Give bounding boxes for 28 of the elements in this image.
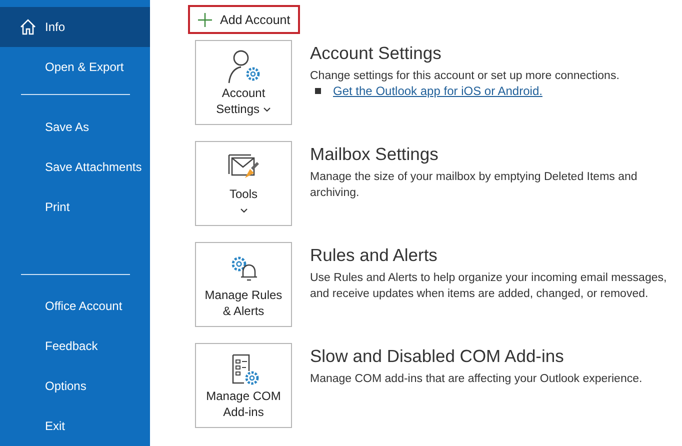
nav-item[interactable]: Feedback	[0, 326, 150, 366]
add-account-button[interactable]: Add Account	[188, 5, 300, 34]
tile-button[interactable]: Account Settings	[195, 40, 292, 125]
nav-item[interactable]: Exit	[0, 406, 150, 446]
section-title: Slow and Disabled COM Add-ins	[310, 346, 565, 367]
home-icon	[19, 18, 37, 36]
nav-item[interactable]: Open & Export	[0, 47, 150, 87]
section-description: Manage the size of your mailbox by emptying Deleted Items and archiving.	[310, 170, 638, 201]
nav-item[interactable]: Save As	[0, 107, 150, 147]
chevron-down-icon	[262, 106, 271, 112]
section-description: Manage COM add-ins that are affecting your Outlook experience.	[310, 372, 644, 387]
tile-button[interactable]: Tools	[195, 141, 292, 226]
nav-item[interactable]: Options	[0, 366, 150, 406]
tile-button[interactable]: Manage Rules & Alerts	[195, 242, 292, 327]
section-description: Change settings for this account or set up more connections.	[310, 69, 620, 84]
nav-item[interactable]: Print	[0, 187, 150, 227]
section-title: Mailbox Settings	[310, 144, 440, 165]
plus-icon	[198, 12, 212, 26]
nav-item[interactable]: Office Account	[0, 286, 150, 326]
outlook-app-link[interactable]: Get the Outlook app for iOS or Android.	[333, 84, 542, 98]
bullet-icon	[315, 88, 321, 94]
section-title: Rules and Alerts	[310, 245, 438, 266]
section-description: Use Rules and Alerts to help organize your incoming email messages, and receive updates when items are added, changed, or removed.	[310, 271, 668, 302]
section-title: Account Settings	[310, 43, 442, 64]
tile-button[interactable]: Manage COM Add-ins	[195, 343, 292, 428]
nav-item[interactable]: Info	[0, 7, 150, 47]
nav-item[interactable]: Save Attachments	[0, 147, 150, 187]
chevron-down-icon	[240, 208, 248, 213]
